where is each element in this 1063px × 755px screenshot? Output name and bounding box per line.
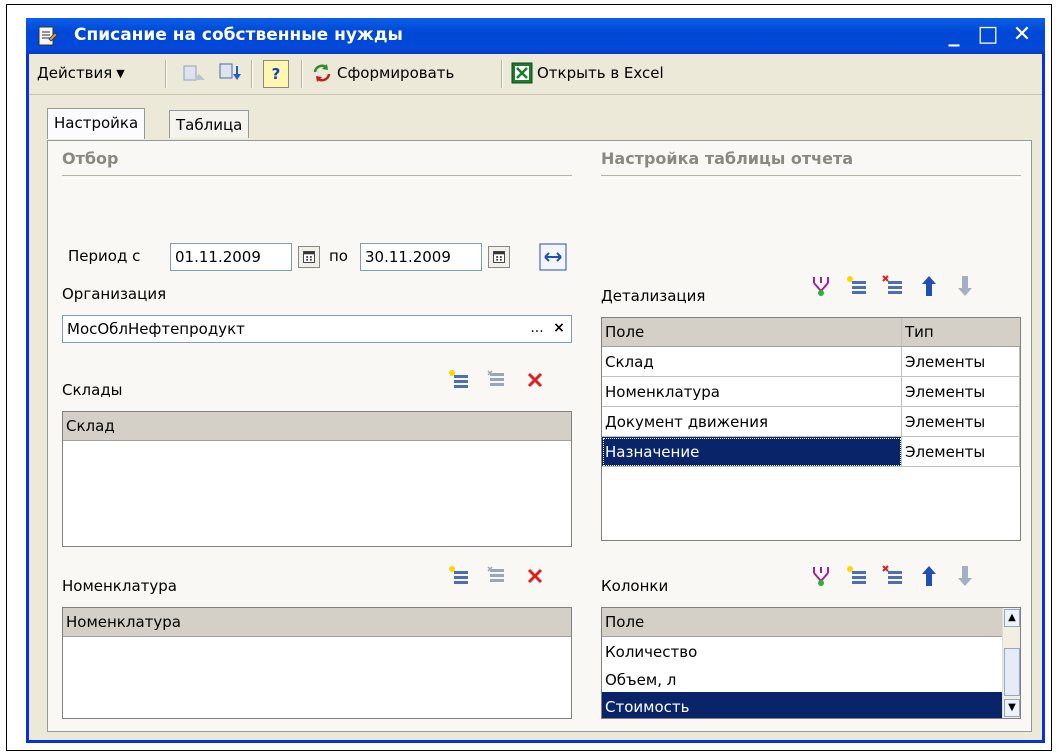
add-row-icon[interactable] — [446, 563, 472, 589]
move-down-icon[interactable] — [952, 563, 978, 589]
field-cell: Документ движения — [602, 407, 902, 437]
columns-label: Колонки — [601, 577, 669, 595]
warehouses-label: Склады — [62, 381, 123, 399]
toolbar-separator — [251, 60, 253, 88]
divider — [62, 175, 572, 179]
organization-field[interactable]: МосОблНефтепродукт — [62, 315, 572, 343]
save-settings-icon[interactable] — [215, 60, 243, 86]
column-header[interactable]: Поле — [602, 318, 902, 346]
type-cell: Элементы — [902, 347, 1020, 377]
dropdown-arrow-icon: ▼ — [116, 66, 125, 80]
add-group-icon[interactable] — [808, 273, 834, 299]
add-row-icon[interactable] — [844, 273, 870, 299]
report-settings-title: Настройка таблицы отчета — [601, 149, 854, 168]
detail-table[interactable]: Поле Тип Склад Элементы Номенклатура Эле… — [601, 317, 1021, 541]
vertical-scrollbar[interactable]: ▲ ▼ — [1002, 608, 1020, 718]
filter-group-title: Отбор — [62, 149, 119, 168]
open-excel-button[interactable]: Открыть в Excel — [511, 60, 664, 86]
table-row-selected[interactable]: Стоимость — [602, 692, 1002, 718]
excel-label: Открыть в Excel — [537, 64, 664, 82]
type-cell: Элементы — [902, 377, 1020, 407]
copy-row-icon[interactable] — [484, 563, 510, 589]
copy-row-icon[interactable] — [484, 367, 510, 393]
generate-button[interactable]: Сформировать — [311, 60, 454, 86]
scroll-thumb[interactable] — [1004, 648, 1020, 696]
close-button[interactable]: ✕ — [1010, 24, 1034, 48]
move-up-icon[interactable] — [916, 273, 942, 299]
calendar-icon[interactable] — [488, 246, 510, 268]
columns-table[interactable]: Поле Количество Объем, л Стоимость ▲ ▼ — [601, 607, 1021, 719]
report-window: Списание на собственные нужды _ □ ✕ Дейс… — [26, 18, 1045, 743]
minimize-button[interactable]: _ — [942, 24, 966, 48]
field-cell: Назначение — [602, 437, 902, 467]
period-to-field[interactable]: 30.11.2009 — [360, 243, 482, 271]
divider — [601, 175, 1021, 179]
help-button[interactable]: ? — [263, 60, 289, 88]
column-header[interactable]: Склад — [63, 412, 571, 441]
detail-label: Детализация — [601, 287, 706, 305]
column-header[interactable]: Номенклатура — [63, 608, 571, 637]
type-cell: Элементы — [902, 407, 1020, 437]
nomenclature-label: Номенклатура — [62, 577, 177, 595]
table-row[interactable]: Количество — [602, 637, 1002, 667]
period-select-icon[interactable] — [538, 242, 568, 272]
add-group-icon[interactable] — [808, 563, 834, 589]
actions-label: Действия — [37, 64, 113, 82]
refresh-icon — [313, 64, 331, 82]
title-bar[interactable]: Списание на собственные нужды _ □ ✕ — [26, 18, 1045, 54]
scroll-up-button[interactable]: ▲ — [1004, 609, 1020, 627]
delete-row-icon[interactable] — [880, 563, 906, 589]
table-row[interactable]: Объем, л — [602, 665, 1002, 695]
load-settings-icon[interactable] — [179, 60, 207, 86]
toolbar-separator — [165, 60, 167, 88]
actions-menu-button[interactable]: Действия ▼ — [37, 60, 125, 86]
delete-row-icon[interactable] — [522, 367, 548, 393]
maximize-button[interactable]: □ — [976, 24, 1000, 48]
move-down-icon[interactable] — [952, 273, 978, 299]
toolbar-separator — [301, 60, 303, 88]
move-up-icon[interactable] — [916, 563, 942, 589]
column-header[interactable]: Тип — [902, 318, 1020, 346]
toolbar: Действия ▼ ? Сформировать Открыть в Exce… — [29, 54, 1042, 95]
organization-clear-button[interactable]: × — [548, 316, 570, 342]
warehouses-table[interactable]: Склад — [62, 411, 572, 547]
column-header[interactable]: Поле — [602, 608, 1002, 637]
field-cell: Склад — [602, 347, 902, 377]
toolbar-separator — [501, 60, 503, 88]
excel-icon — [511, 62, 533, 84]
delete-row-icon[interactable] — [522, 563, 548, 589]
detail-table-header: Поле Тип — [602, 318, 1020, 347]
delete-row-icon[interactable] — [880, 273, 906, 299]
period-to-label: по — [329, 247, 348, 265]
nomenclature-table[interactable]: Номенклатура — [62, 607, 572, 719]
help-icon: ? — [271, 65, 281, 83]
scroll-down-button[interactable]: ▼ — [1004, 699, 1020, 717]
tab-report-table[interactable]: Таблица отчета — [169, 110, 250, 162]
calendar-icon[interactable] — [298, 246, 320, 268]
field-cell: Номенклатура — [602, 377, 902, 407]
report-document-icon — [38, 26, 58, 46]
tab-settings[interactable]: Настройка — [47, 108, 146, 139]
add-row-icon[interactable] — [446, 367, 472, 393]
organization-label: Организация — [62, 285, 167, 303]
window-title: Списание на собственные нужды — [74, 25, 403, 45]
period-from-label: Период с — [68, 247, 141, 265]
settings-panel: Отбор Период с 01.11.2009 по 30.11.2009 … — [47, 140, 1032, 732]
generate-label: Сформировать — [337, 64, 455, 82]
type-cell: Элементы — [902, 437, 1020, 467]
add-row-icon[interactable] — [844, 563, 870, 589]
organization-select-button[interactable]: ... — [526, 316, 548, 342]
period-from-field[interactable]: 01.11.2009 — [170, 243, 292, 271]
